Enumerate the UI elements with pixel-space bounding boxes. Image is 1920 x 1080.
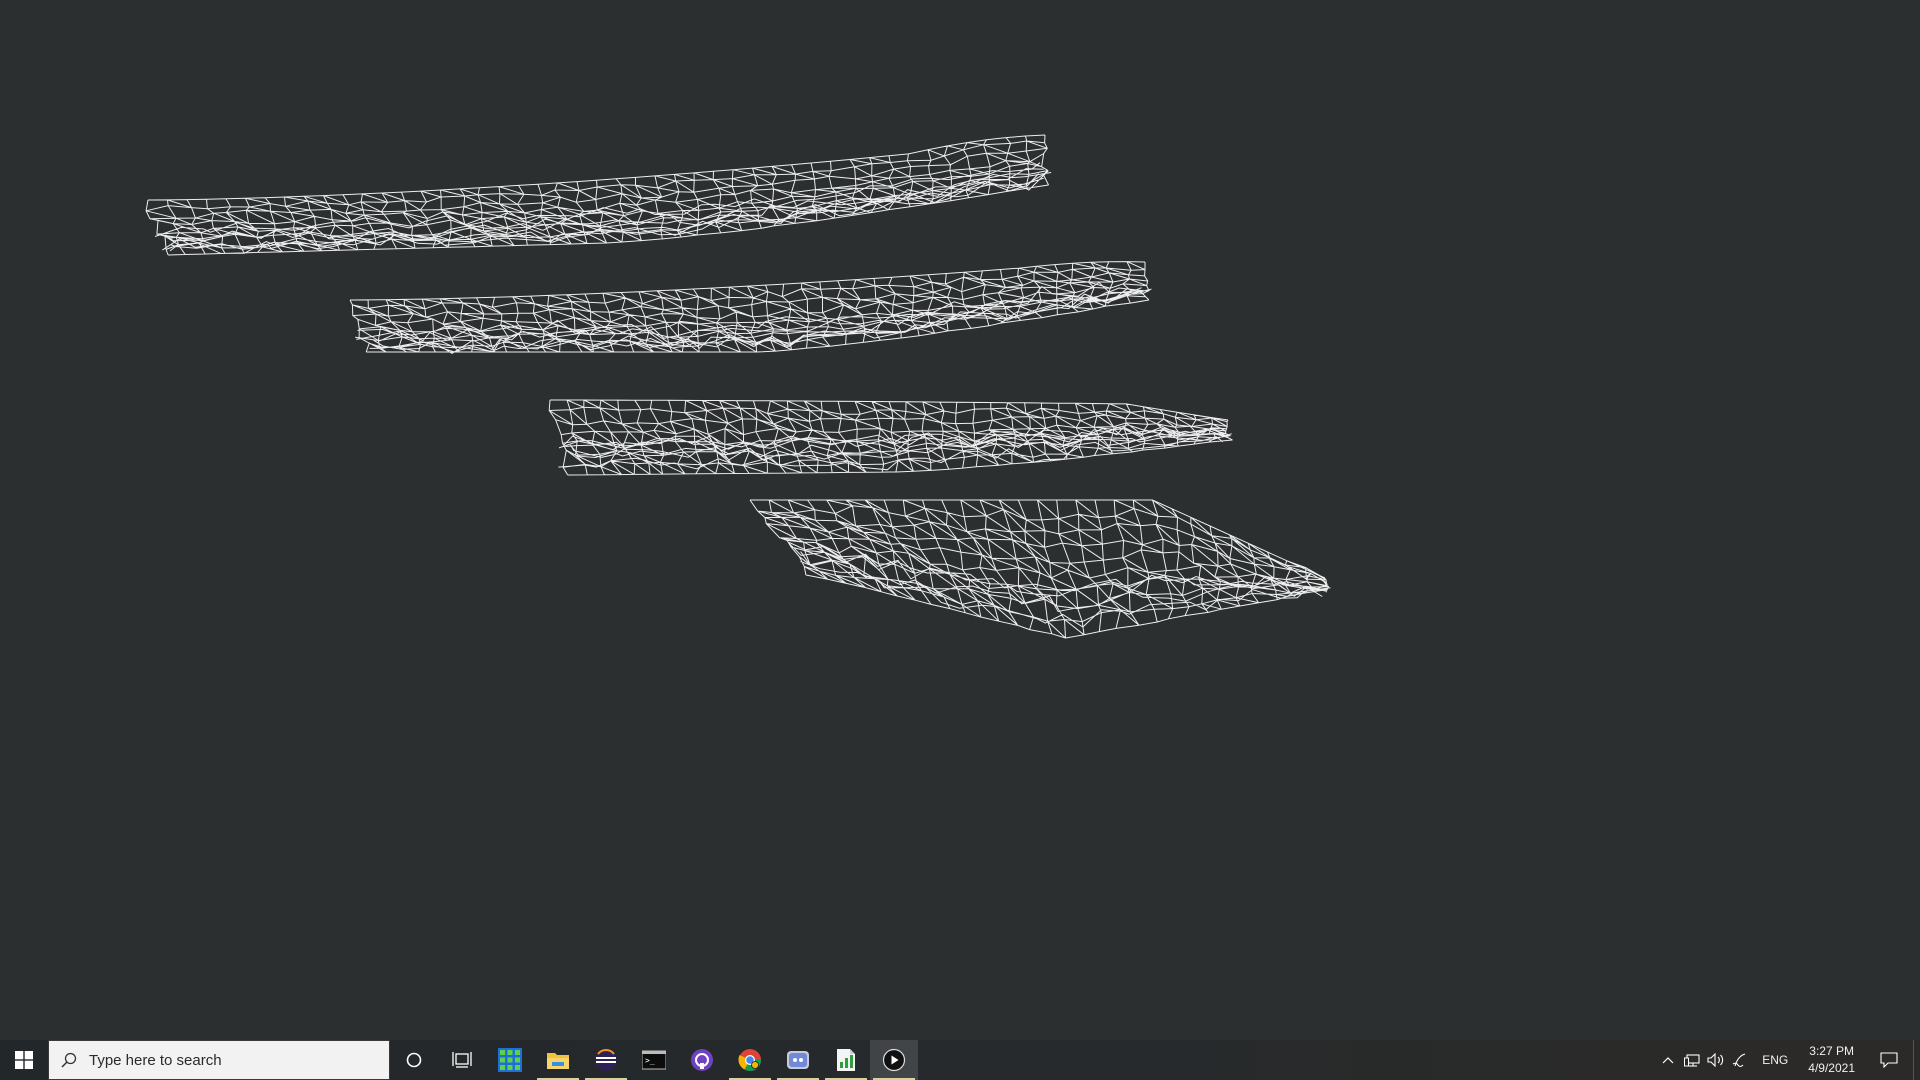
- wireframe-canvas: [145, 134, 1331, 639]
- chevron-up-icon: [1662, 1057, 1674, 1064]
- github-desktop-icon: [691, 1049, 713, 1071]
- grid-app-icon: [498, 1048, 522, 1072]
- mesh-1-edges: [145, 134, 1052, 256]
- network-icon: [1684, 1054, 1700, 1067]
- taskbar-app-file-explorer[interactable]: [534, 1040, 582, 1080]
- show-desktop-button[interactable]: [1913, 1040, 1920, 1080]
- cortana-icon: [406, 1052, 422, 1068]
- taskbar-app-chrome[interactable]: [726, 1040, 774, 1080]
- terminal-icon: >_: [642, 1050, 666, 1070]
- clock-date: 4/9/2021: [1808, 1061, 1855, 1075]
- show-hidden-icons-button[interactable]: [1656, 1040, 1680, 1080]
- file-explorer-icon: [547, 1053, 569, 1069]
- discord-icon: [787, 1051, 809, 1069]
- search-box[interactable]: Type here to search: [48, 1040, 390, 1080]
- chrome-icon: [738, 1049, 761, 1071]
- taskbar-app-terminal[interactable]: >_: [630, 1040, 678, 1080]
- mesh-2-edges: [349, 261, 1152, 354]
- wireframe-mesh-3: [548, 399, 1233, 476]
- speaker-icon: [1707, 1053, 1724, 1067]
- pen-ink-icon: [1732, 1053, 1746, 1068]
- taskbar-app-charts[interactable]: [822, 1040, 870, 1080]
- taskbar-app-media-player[interactable]: [870, 1040, 918, 1080]
- charts-app-icon: [837, 1049, 855, 1071]
- eclipse-icon: [595, 1049, 617, 1071]
- network-button[interactable]: [1680, 1040, 1704, 1080]
- clock-time: 3:27 PM: [1809, 1044, 1854, 1058]
- clock[interactable]: 3:27 PM 4/9/2021: [1798, 1043, 1865, 1077]
- input-language[interactable]: ENG: [1752, 1053, 1798, 1067]
- mesh-3-edges: [548, 399, 1233, 476]
- task-view-button[interactable]: [438, 1040, 486, 1080]
- notification-icon: [1880, 1052, 1898, 1068]
- cortana-button[interactable]: [390, 1040, 438, 1080]
- mesh-4-edges: [749, 499, 1331, 639]
- taskbar: Type here to search >_ ENG 3:27 PM 4/9/2…: [0, 1040, 1920, 1080]
- taskbar-app-github[interactable]: [678, 1040, 726, 1080]
- svg-text:>_: >_: [645, 1056, 655, 1065]
- media-player-icon: [882, 1048, 906, 1072]
- start-button[interactable]: [0, 1040, 48, 1080]
- system-tray: ENG 3:27 PM 4/9/2021: [1656, 1040, 1920, 1080]
- wireframe-mesh-4: [749, 499, 1331, 639]
- action-center-button[interactable]: [1865, 1040, 1913, 1080]
- search-icon: [61, 1052, 77, 1068]
- taskbar-app-discord[interactable]: [774, 1040, 822, 1080]
- volume-button[interactable]: [1704, 1040, 1728, 1080]
- windows-logo-icon: [15, 1051, 33, 1069]
- taskbar-app-eclipse[interactable]: [582, 1040, 630, 1080]
- taskbar-app-grid[interactable]: [486, 1040, 534, 1080]
- task-view-icon: [452, 1052, 472, 1068]
- 3d-viewport[interactable]: [0, 0, 1920, 1040]
- search-placeholder: Type here to search: [89, 1051, 222, 1069]
- wireframe-mesh-2: [349, 261, 1152, 354]
- pen-button[interactable]: [1728, 1040, 1752, 1080]
- wireframe-mesh-1: [145, 134, 1052, 256]
